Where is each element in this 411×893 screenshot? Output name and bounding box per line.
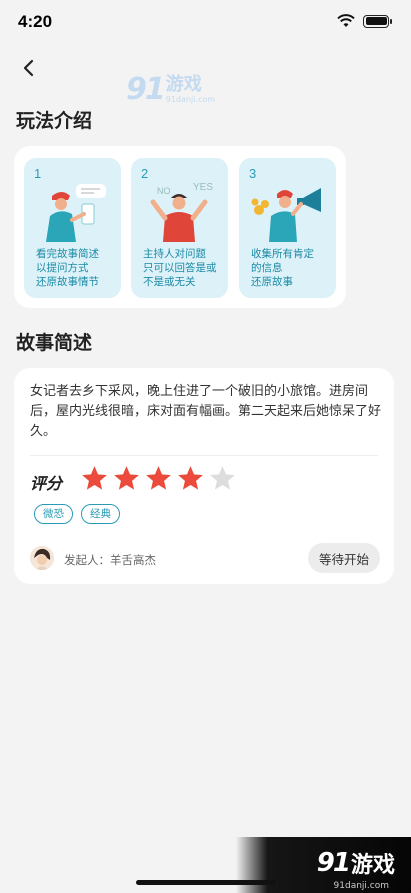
- divider: [30, 455, 378, 456]
- step-desc-line: 只可以回答是或: [143, 262, 217, 274]
- star-icon: [82, 466, 107, 490]
- chevron-left-icon: [23, 59, 34, 77]
- no-sign: NO: [157, 186, 171, 196]
- rating-label: 评分: [30, 474, 63, 493]
- waiting-start-button[interactable]: 等待开始: [308, 543, 380, 573]
- wifi-icon: [337, 14, 355, 27]
- intro-section-title: 玩法介绍: [16, 110, 93, 132]
- step-card-2: 2 NO YES 主持人对问题 只可以回答是或 不是或无关: [131, 158, 228, 298]
- step-desc-line: 看完故事简述: [36, 248, 99, 260]
- step-desc-line: 的信息: [251, 262, 283, 274]
- step-desc-line: 还原故事: [251, 276, 293, 288]
- step-desc-line: 不是或无关: [143, 276, 196, 288]
- tag-badge: 微恐: [34, 504, 73, 524]
- step-desc-line: 主持人对问题: [143, 248, 206, 260]
- yes-sign: YES: [193, 182, 213, 193]
- star-icon: [114, 466, 139, 490]
- watermark-bottom-title: 游戏: [350, 853, 395, 878]
- watermark-bottom-91: 91: [316, 848, 351, 878]
- star-icon: [146, 466, 171, 490]
- step-desc-line: 收集所有肯定: [251, 248, 314, 260]
- star-icon: [178, 466, 203, 490]
- rating-stars: [80, 464, 237, 493]
- step-card-1: 1 看完故事简述 以提问方式 还原故事情节: [24, 158, 121, 298]
- avatar: [30, 546, 54, 570]
- step-number: 1: [34, 166, 42, 181]
- step-number: 3: [249, 166, 257, 181]
- status-icons: [337, 14, 392, 28]
- home-indicator: [136, 880, 276, 885]
- step-number: 2: [141, 166, 149, 181]
- watermark-url: 91danji.com: [165, 95, 216, 104]
- initiator-label: 发起人：羊舌高杰: [64, 553, 156, 567]
- watermark-91: 91: [126, 72, 166, 107]
- watermark-logo: 91 游戏 91danji.com: [126, 72, 215, 107]
- step-desc: 主持人对问题 只可以回答是或 不是或无关: [143, 247, 227, 289]
- status-bar: 4:20: [0, 0, 411, 46]
- tag-list: 微恐 经典: [34, 504, 120, 524]
- step-desc: 看完故事简述 以提问方式 还原故事情节: [36, 247, 120, 289]
- back-button[interactable]: [14, 54, 42, 82]
- host-person-icon: NO YES: [150, 182, 213, 242]
- megaphone-person-icon: [251, 188, 321, 242]
- step-desc-line: 还原故事情节: [36, 276, 99, 288]
- battery-icon: [363, 14, 392, 28]
- watermark-bottom-url: 91danji.com: [333, 881, 389, 891]
- story-section-title: 故事简述: [16, 332, 93, 354]
- watermark-title: 游戏: [165, 74, 202, 95]
- story-card[interactable]: 女记者去乡下采风，晚上住进了一个破旧的小旅馆。进房间后，屋内光线很暗，床对面有幅…: [14, 368, 394, 584]
- reading-person-icon: [46, 184, 106, 242]
- story-description: 女记者去乡下采风，晚上住进了一个破旧的小旅馆。进房间后，屋内光线很暗，床对面有幅…: [30, 384, 382, 439]
- tag-badge: 经典: [81, 504, 120, 524]
- avatar-image: [30, 546, 54, 570]
- status-time: 4:20: [18, 12, 53, 31]
- step-card-3: 3 收集所有肯定 的信息 还原故事: [239, 158, 336, 298]
- intro-card: 1 看完故事简述 以提问方式 还原故事情节 2 NO YES 主持人对问题 只可…: [14, 146, 346, 308]
- step-desc: 收集所有肯定 的信息 还原故事: [251, 247, 335, 289]
- star-icon: [210, 466, 235, 490]
- step-desc-line: 以提问方式: [36, 262, 89, 274]
